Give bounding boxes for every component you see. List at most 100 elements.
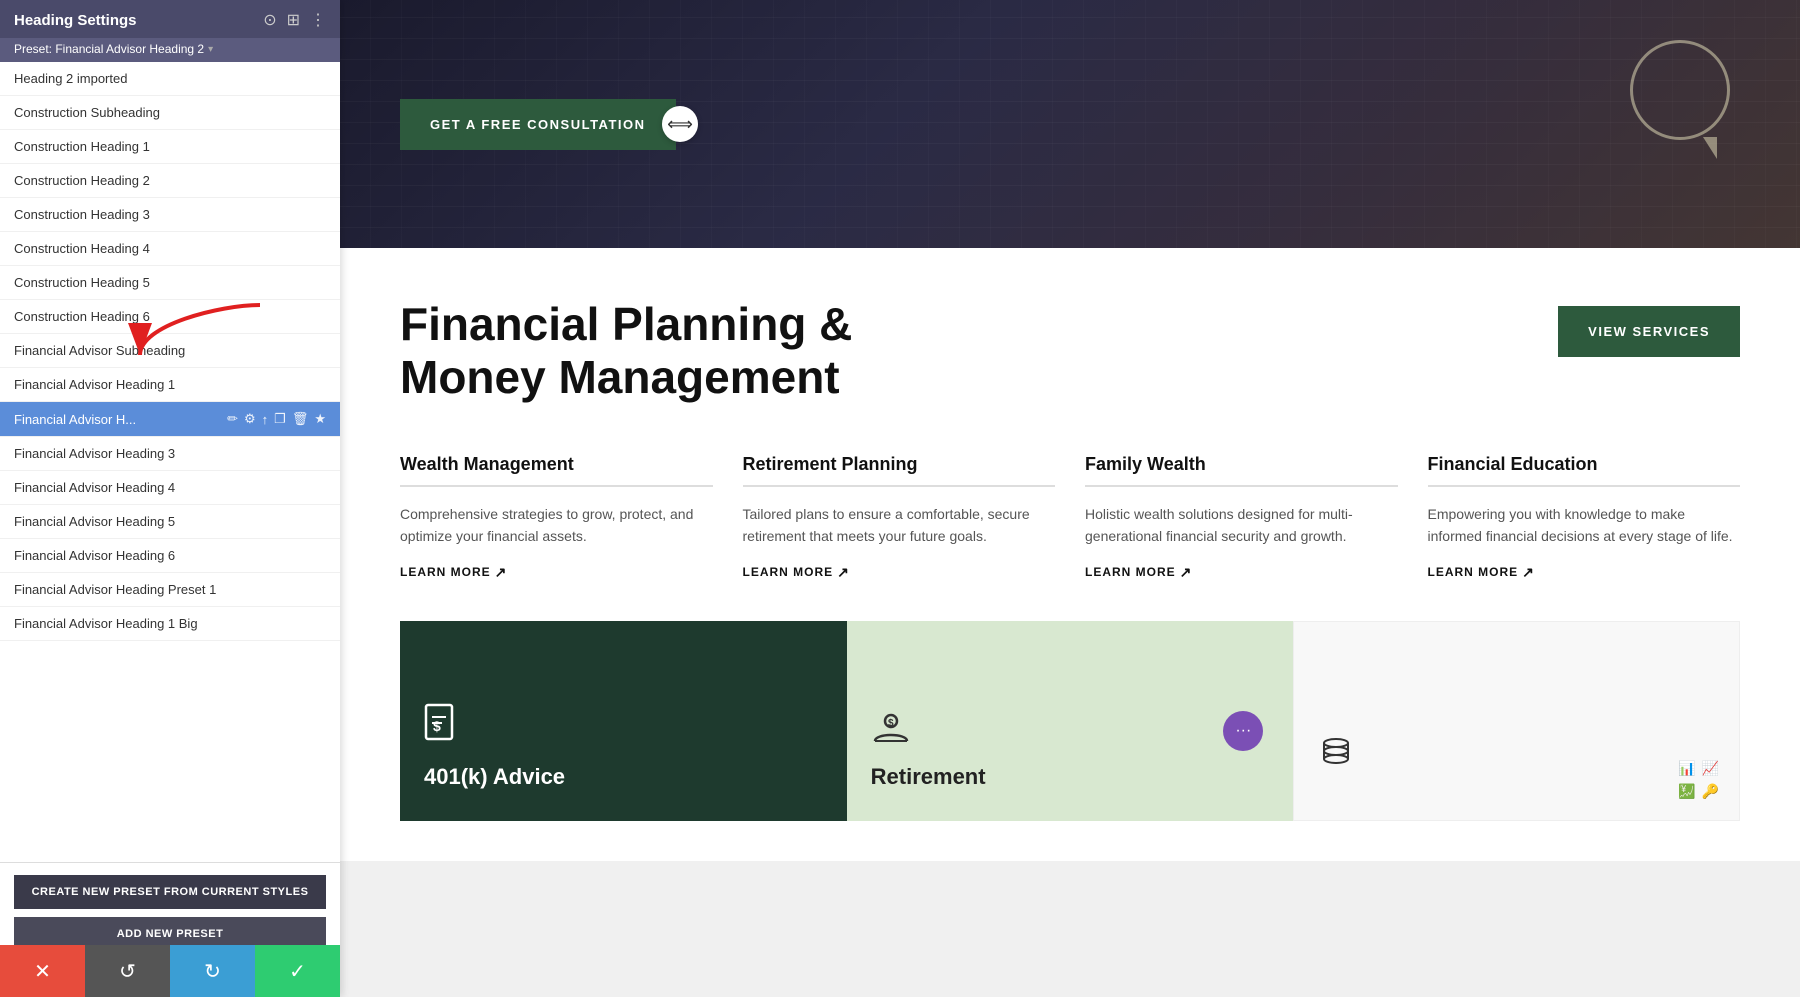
- focus-icon[interactable]: ⊙: [263, 10, 276, 30]
- right-content: GET A FREE CONSULTATION ⟺ Financial Plan…: [340, 0, 1800, 997]
- card-retirement: $ ··· Retirement: [847, 621, 1294, 821]
- grid-icon-4: 🔑: [1702, 783, 1719, 800]
- hero-cta-button[interactable]: GET A FREE CONSULTATION: [400, 99, 676, 150]
- service-title: Retirement Planning: [743, 454, 1056, 475]
- preset-item-heading2-imported[interactable]: Heading 2 imported: [0, 62, 340, 96]
- document-dollar-icon: $: [424, 703, 460, 752]
- preset-item-financial-advisor-heading-6[interactable]: Financial Advisor Heading 6: [0, 539, 340, 573]
- service-card-wealth-management: Wealth Management Comprehensive strategi…: [400, 454, 713, 581]
- preset-bar[interactable]: Preset: Financial Advisor Heading 2 ▾: [0, 38, 340, 62]
- service-description: Tailored plans to ensure a comfortable, …: [743, 503, 1056, 548]
- preset-item-construction-heading-6[interactable]: Construction Heading 6: [0, 300, 340, 334]
- learn-more-label: LEARN MORE: [743, 565, 834, 579]
- preset-item-financial-advisor-subheading[interactable]: Financial Advisor Subheading: [0, 334, 340, 368]
- learn-more-label: LEARN MORE: [1085, 565, 1176, 579]
- coins-stack-icon: [1318, 735, 1354, 778]
- active-preset-actions: ✏ ⚙ ↑ ❐ 🗑 ★: [227, 411, 326, 427]
- bottom-toolbar: ✕ ↺ ↻ ✓: [0, 945, 340, 997]
- close-button[interactable]: ✕: [0, 945, 85, 997]
- preset-label: Preset: Financial Advisor Heading 2: [14, 42, 204, 56]
- learn-more-link[interactable]: LEARN MORE ↗: [743, 564, 1056, 581]
- arrow-icon: ↗: [1180, 564, 1193, 581]
- service-title: Financial Education: [1428, 454, 1741, 475]
- preset-list: Heading 2 importedConstruction Subheadin…: [0, 62, 340, 862]
- panel-header-icons: ⊙ ⊞ ⋮: [263, 10, 326, 30]
- card-retirement-title: Retirement: [871, 764, 986, 790]
- chevron-down-icon: ▾: [208, 44, 213, 55]
- preset-item-financial-advisor-heading-2[interactable]: Financial Advisor H... ✏ ⚙ ↑ ❐ 🗑 ★: [0, 402, 340, 437]
- undo-button[interactable]: ↺: [85, 945, 170, 997]
- arrow-icon: ↗: [837, 564, 850, 581]
- main-content: Financial Planning & Money Management VI…: [340, 248, 1800, 861]
- chat-bubble: ···: [1223, 711, 1263, 751]
- panel-title: Heading Settings: [14, 12, 137, 29]
- preset-item-financial-advisor-preset-1[interactable]: Financial Advisor Heading Preset 1: [0, 573, 340, 607]
- icon-grid: 📊 📈 💹 🔑: [1678, 760, 1719, 800]
- main-header-row: Financial Planning & Money Management VI…: [400, 298, 1740, 404]
- export-icon[interactable]: ↑: [262, 412, 269, 427]
- check-icon: ✓: [289, 959, 306, 984]
- learn-more-link[interactable]: LEARN MORE ↗: [1085, 564, 1398, 581]
- active-preset-label: Financial Advisor H...: [14, 412, 227, 427]
- hero-section: GET A FREE CONSULTATION ⟺: [340, 0, 1800, 248]
- services-grid: Wealth Management Comprehensive strategi…: [400, 454, 1740, 581]
- bottom-cards: $ 401(k) Advice $ ···: [400, 621, 1740, 821]
- svg-text:$: $: [888, 718, 894, 729]
- grid-icon-3: 💹: [1678, 783, 1695, 800]
- preset-item-financial-advisor-heading-3[interactable]: Financial Advisor Heading 3: [0, 437, 340, 471]
- redo-button[interactable]: ↻: [170, 945, 255, 997]
- panel-header: Heading Settings ⊙ ⊞ ⋮: [0, 0, 340, 38]
- learn-more-link[interactable]: LEARN MORE ↗: [400, 564, 713, 581]
- service-card-retirement-planning: Retirement Planning Tailored plans to en…: [743, 454, 1056, 581]
- service-description: Holistic wealth solutions designed for m…: [1085, 503, 1398, 548]
- service-title: Wealth Management: [400, 454, 713, 475]
- service-title: Family Wealth: [1085, 454, 1398, 475]
- create-preset-button[interactable]: CREATE NEW PRESET FROM CURRENT STYLES: [14, 875, 326, 909]
- service-description: Empowering you with knowledge to make in…: [1428, 503, 1741, 548]
- star-icon[interactable]: ★: [314, 411, 326, 427]
- grid-icon[interactable]: ⊞: [287, 10, 300, 30]
- card-investment: 📊 📈 💹 🔑: [1293, 621, 1740, 821]
- service-card-financial-education: Financial Education Empowering you with …: [1428, 454, 1741, 581]
- preset-item-financial-advisor-heading-big[interactable]: Financial Advisor Heading 1 Big: [0, 607, 340, 641]
- hand-money-icon: $: [871, 713, 911, 752]
- preset-item-construction-heading-5[interactable]: Construction Heading 5: [0, 266, 340, 300]
- left-panel: Heading Settings ⊙ ⊞ ⋮ Preset: Financial…: [0, 0, 340, 997]
- delete-icon[interactable]: 🗑: [292, 411, 309, 427]
- service-card-family-wealth: Family Wealth Holistic wealth solutions …: [1085, 454, 1398, 581]
- drag-handle[interactable]: ⟺: [662, 106, 698, 142]
- more-icon[interactable]: ⋮: [310, 10, 326, 30]
- preset-item-financial-advisor-heading-1[interactable]: Financial Advisor Heading 1: [0, 368, 340, 402]
- preset-item-financial-advisor-heading-4[interactable]: Financial Advisor Heading 4: [0, 471, 340, 505]
- service-description: Comprehensive strategies to grow, protec…: [400, 503, 713, 548]
- undo-icon: ↺: [119, 959, 136, 984]
- arrow-icon: ↗: [1522, 564, 1535, 581]
- preset-item-financial-advisor-heading-5[interactable]: Financial Advisor Heading 5: [0, 505, 340, 539]
- preset-item-construction-heading-2[interactable]: Construction Heading 2: [0, 164, 340, 198]
- confirm-button[interactable]: ✓: [255, 945, 340, 997]
- view-services-button[interactable]: VIEW SERVICES: [1558, 306, 1740, 357]
- preset-item-construction-heading-1[interactable]: Construction Heading 1: [0, 130, 340, 164]
- preset-item-construction-heading-3[interactable]: Construction Heading 3: [0, 198, 340, 232]
- preset-item-construction-subheading[interactable]: Construction Subheading: [0, 96, 340, 130]
- learn-more-label: LEARN MORE: [1428, 565, 1519, 579]
- card-401k: $ 401(k) Advice: [400, 621, 847, 821]
- service-divider: [400, 485, 713, 487]
- edit-icon[interactable]: ✏: [227, 411, 238, 427]
- arrow-icon: ↗: [495, 564, 508, 581]
- main-title: Financial Planning & Money Management: [400, 298, 852, 404]
- copy-icon[interactable]: ❐: [274, 411, 286, 427]
- redo-icon: ↻: [204, 959, 221, 984]
- close-icon: ✕: [34, 959, 51, 984]
- learn-more-label: LEARN MORE: [400, 565, 491, 579]
- settings-icon[interactable]: ⚙: [244, 411, 256, 427]
- service-divider: [1428, 485, 1741, 487]
- service-divider: [1085, 485, 1398, 487]
- learn-more-link[interactable]: LEARN MORE ↗: [1428, 564, 1741, 581]
- svg-text:$: $: [433, 718, 441, 734]
- preset-item-construction-heading-4[interactable]: Construction Heading 4: [0, 232, 340, 266]
- grid-icon-2: 📈: [1702, 760, 1719, 777]
- card-401k-title: 401(k) Advice: [424, 764, 565, 790]
- grid-icon-1: 📊: [1678, 760, 1695, 777]
- service-divider: [743, 485, 1056, 487]
